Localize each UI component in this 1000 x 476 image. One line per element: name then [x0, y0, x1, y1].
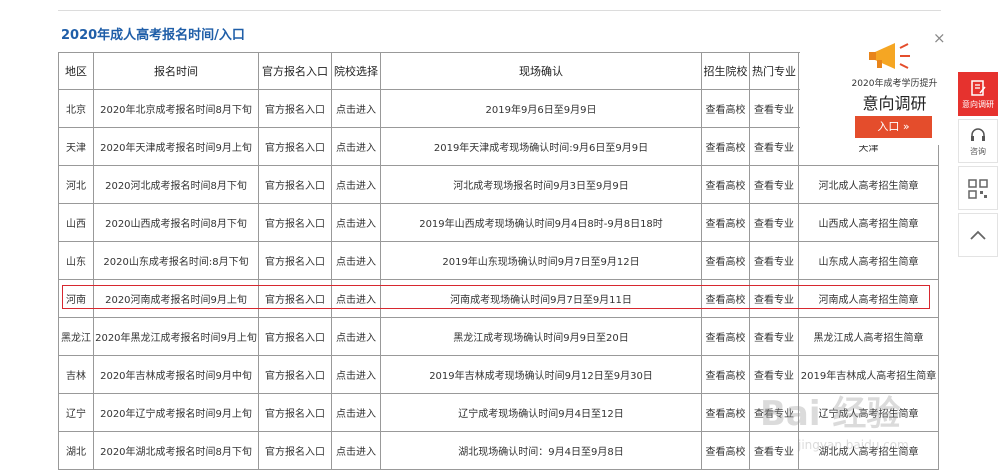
official-entry-link[interactable]: 官方报名入口 [258, 241, 332, 280]
onsite-confirm-link[interactable]: 2019年天津成考现场确认时间:9月6日至9月9日 [380, 127, 702, 166]
view-majors-link[interactable]: 查看专业 [749, 317, 799, 356]
close-icon[interactable]: × [933, 31, 946, 46]
school-select-link[interactable]: 点击进入 [331, 393, 381, 432]
brochure-link[interactable]: 河北成人高考招生简章 [798, 165, 939, 204]
qrcode-icon [968, 179, 988, 199]
table-row: 河北 2020河北成考报名时间8月下旬 官方报名入口 点击进入 河北成考现场报名… [58, 165, 939, 204]
official-entry-link[interactable]: 官方报名入口 [258, 127, 332, 166]
header-school-select: 院校选择 [331, 52, 381, 90]
sidebar-item-survey[interactable]: 意向调研 [958, 72, 998, 116]
registration-time-link[interactable]: 2020山西成考报名时间8月下旬 [93, 203, 259, 242]
view-schools-link[interactable]: 查看高校 [701, 431, 750, 470]
region-cell: 天津 [58, 127, 94, 166]
school-select-link[interactable]: 点击进入 [331, 165, 381, 204]
header-onsite-confirm: 现场确认 [380, 52, 702, 90]
header-majors: 热门专业 [749, 52, 799, 90]
official-entry-link[interactable]: 官方报名入口 [258, 89, 332, 128]
onsite-confirm-link[interactable]: 2019年山西成考现场确认时间9月4日8时-9月8日18时 [380, 203, 702, 242]
official-entry-link[interactable]: 官方报名入口 [258, 393, 332, 432]
view-majors-link[interactable]: 查看专业 [749, 127, 799, 166]
region-cell: 黑龙江 [58, 317, 94, 356]
right-sidebar: 意向调研 咨询 [958, 72, 998, 260]
school-select-link[interactable]: 点击进入 [331, 203, 381, 242]
view-schools-link[interactable]: 查看高校 [701, 241, 750, 280]
official-entry-link[interactable]: 官方报名入口 [258, 355, 332, 394]
baidu-jingyan-watermark: Bai 经验 jingyan.baidu.com [760, 394, 909, 452]
brochure-link[interactable]: 山西成人高考招生简章 [798, 203, 939, 242]
registration-time-link[interactable]: 2020年天津成考报名时间9月上旬 [93, 127, 259, 166]
onsite-confirm-link[interactable]: 辽宁成考现场确认时间9月4日至12日 [380, 393, 702, 432]
header-region: 地区 [58, 52, 94, 90]
header-schools: 招生院校 [701, 52, 750, 90]
watermark-text: Bai 经验 [760, 394, 900, 434]
highlight-box [62, 285, 930, 309]
table-row: 山西 2020山西成考报名时间8月下旬 官方报名入口 点击进入 2019年山西成… [58, 203, 939, 242]
registration-time-link[interactable]: 2020年辽宁成考报名时间9月上旬 [93, 393, 259, 432]
brochure-link[interactable]: 山东成人高考招生简章 [798, 241, 939, 280]
registration-time-link[interactable]: 2020年湖北成考报名时间8月下旬 [93, 431, 259, 470]
region-cell: 吉林 [58, 355, 94, 394]
view-majors-link[interactable]: 查看专业 [749, 203, 799, 242]
watermark-url: jingyan.baidu.com [797, 438, 909, 452]
view-schools-link[interactable]: 查看高校 [701, 165, 750, 204]
onsite-confirm-link[interactable]: 2019年吉林成考现场确认时间9月12日至9月30日 [380, 355, 702, 394]
view-majors-link[interactable]: 查看专业 [749, 165, 799, 204]
registration-time-link[interactable]: 2020山东成考报名时间:8月下旬 [93, 241, 259, 280]
table-row: 黑龙江 2020年黑龙江成考报名时间9月上旬 官方报名入口 点击进入 黑龙江成考… [58, 317, 939, 356]
school-select-link[interactable]: 点击进入 [331, 431, 381, 470]
onsite-confirm-link[interactable]: 河北成考现场报名时间9月3日至9月9日 [380, 165, 702, 204]
onsite-confirm-link[interactable]: 2019年9月6日至9月9日 [380, 89, 702, 128]
popup-entry-button[interactable]: 入口 » [855, 116, 932, 138]
brochure-link[interactable]: 黑龙江成人高考招生简章 [798, 317, 939, 356]
registration-time-link[interactable]: 2020年吉林成考报名时间9月中旬 [93, 355, 259, 394]
region-cell: 辽宁 [58, 393, 94, 432]
school-select-link[interactable]: 点击进入 [331, 89, 381, 128]
view-schools-link[interactable]: 查看高校 [701, 317, 750, 356]
view-majors-link[interactable]: 查看专业 [749, 241, 799, 280]
school-select-link[interactable]: 点击进入 [331, 317, 381, 356]
registration-time-link[interactable]: 2020河北成考报名时间8月下旬 [93, 165, 259, 204]
view-schools-link[interactable]: 查看高校 [701, 127, 750, 166]
registration-time-link[interactable]: 2020年黑龙江成考报名时间9月上旬 [93, 317, 259, 356]
survey-icon [971, 80, 986, 96]
official-entry-link[interactable]: 官方报名入口 [258, 431, 332, 470]
onsite-confirm-link[interactable]: 湖北现场确认时间：9月4日至9月8日 [380, 431, 702, 470]
official-entry-link[interactable]: 官方报名入口 [258, 165, 332, 204]
popup-subtitle: 2020年成考学历提升 [851, 79, 938, 89]
official-entry-link[interactable]: 官方报名入口 [258, 317, 332, 356]
back-to-top-icon [970, 230, 986, 240]
school-select-link[interactable]: 点击进入 [331, 241, 381, 280]
view-schools-link[interactable]: 查看高校 [701, 89, 750, 128]
sidebar-item-label: 咨询 [970, 147, 986, 156]
page-title: 2020年成人高考报名时间/入口 [61, 28, 245, 43]
school-select-link[interactable]: 点击进入 [331, 355, 381, 394]
sidebar-item-label: 意向调研 [962, 100, 994, 109]
region-cell: 山西 [58, 203, 94, 242]
region-cell: 河北 [58, 165, 94, 204]
sidebar-item-qrcode[interactable] [958, 166, 998, 210]
header-official-entry: 官方报名入口 [258, 52, 332, 90]
region-cell: 北京 [58, 89, 94, 128]
headset-icon [971, 128, 985, 141]
view-schools-link[interactable]: 查看高校 [701, 203, 750, 242]
megaphone-icon [869, 43, 910, 69]
header-registration-time: 报名时间 [93, 52, 259, 90]
registration-time-link[interactable]: 2020年北京成考报名时间8月下旬 [93, 89, 259, 128]
official-entry-link[interactable]: 官方报名入口 [258, 203, 332, 242]
popup-headline: 意向调研 [862, 94, 927, 113]
onsite-confirm-link[interactable]: 黑龙江成考现场确认时间9月9日至20日 [380, 317, 702, 356]
school-select-link[interactable]: 点击进入 [331, 127, 381, 166]
region-cell: 山东 [58, 241, 94, 280]
view-schools-link[interactable]: 查看高校 [701, 393, 750, 432]
view-majors-link[interactable]: 查看专业 [749, 89, 799, 128]
view-schools-link[interactable]: 查看高校 [701, 355, 750, 394]
sidebar-item-back-to-top[interactable] [958, 213, 998, 257]
region-cell: 湖北 [58, 431, 94, 470]
table-row: 山东 2020山东成考报名时间:8月下旬 官方报名入口 点击进入 2019年山东… [58, 241, 939, 280]
onsite-confirm-link[interactable]: 2019年山东现场确认时间9月7日至9月12日 [380, 241, 702, 280]
sidebar-item-consult[interactable]: 咨询 [958, 119, 998, 163]
top-divider [58, 10, 941, 11]
